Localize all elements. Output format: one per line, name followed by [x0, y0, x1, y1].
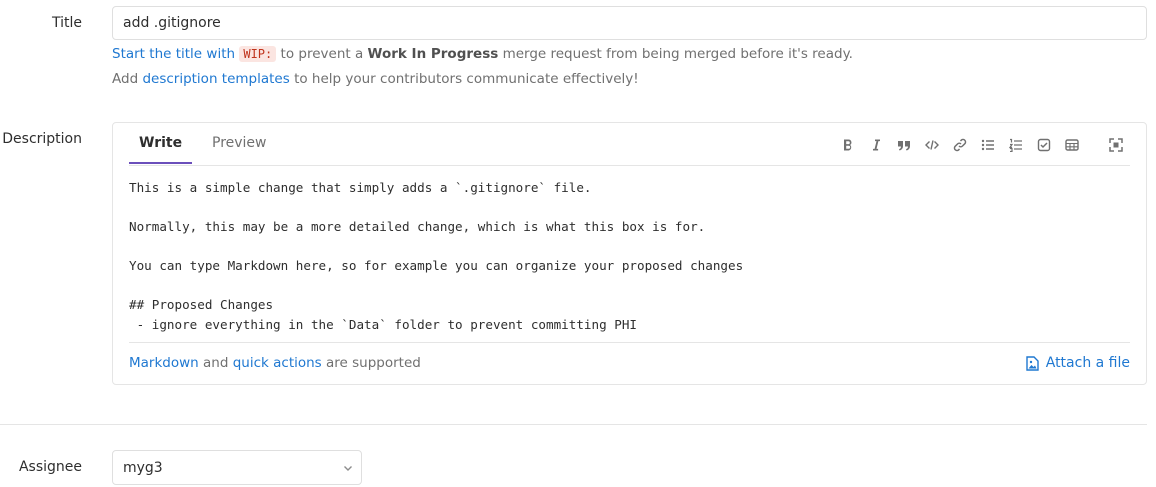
supported-text: are supported: [326, 355, 421, 371]
wip-hint-end: merge request from being merged before i…: [502, 46, 853, 62]
image-file-icon: [1026, 355, 1039, 371]
title-label: Title: [51, 15, 82, 31]
templates-hint: Add description templates to help your c…: [112, 71, 639, 87]
description-textarea[interactable]: This is a simple change that simply adds…: [129, 178, 1129, 338]
bold-icon[interactable]: [834, 137, 862, 153]
bullet-list-icon[interactable]: [974, 137, 1002, 153]
markdown-toolbar: [834, 137, 1130, 153]
italic-icon[interactable]: [862, 137, 890, 153]
quick-actions-link[interactable]: quick actions: [233, 355, 322, 371]
link-icon[interactable]: [946, 137, 974, 153]
fullscreen-icon[interactable]: [1102, 137, 1130, 153]
section-divider: [0, 424, 1147, 425]
markdown-link[interactable]: Markdown: [129, 355, 199, 371]
attach-file-label: Attach a file: [1045, 355, 1130, 371]
assignee-label: Assignee: [18, 459, 82, 475]
table-icon[interactable]: [1058, 137, 1086, 153]
quote-icon[interactable]: [890, 137, 918, 153]
wip-hint-mid: to prevent a: [280, 46, 364, 62]
editor-footer: Markdown and quick actions are supported…: [129, 342, 1130, 386]
description-templates-link[interactable]: description templates: [142, 71, 289, 87]
code-icon[interactable]: [918, 137, 946, 153]
templates-suffix: to help your contributors communicate ef…: [294, 71, 639, 87]
attach-file-button[interactable]: Attach a file: [1025, 355, 1130, 371]
assignee-value: myg3: [123, 460, 163, 476]
wip-hint-bold: Work In Progress: [367, 46, 499, 62]
wip-code: WIP:: [239, 46, 277, 62]
tab-preview[interactable]: Preview: [202, 135, 277, 162]
assignee-dropdown[interactable]: myg3: [112, 450, 362, 485]
task-list-icon[interactable]: [1030, 137, 1058, 153]
wip-hint: Start the title with WIP: to prevent a W…: [112, 46, 853, 62]
markdown-support-note: Markdown and quick actions are supported: [129, 355, 421, 371]
numbered-list-icon[interactable]: [1002, 137, 1030, 153]
templates-prefix: Add: [112, 71, 139, 87]
editor-tabs: Write Preview: [129, 123, 1130, 166]
and-text: and: [203, 355, 229, 371]
tab-write[interactable]: Write: [129, 135, 193, 164]
chevron-down-icon: [344, 466, 352, 471]
title-input[interactable]: [112, 6, 1147, 40]
description-label: Description: [2, 131, 82, 147]
wip-hint-link[interactable]: Start the title with: [112, 46, 235, 62]
description-editor: Write Preview This is a simple change th…: [112, 122, 1147, 385]
